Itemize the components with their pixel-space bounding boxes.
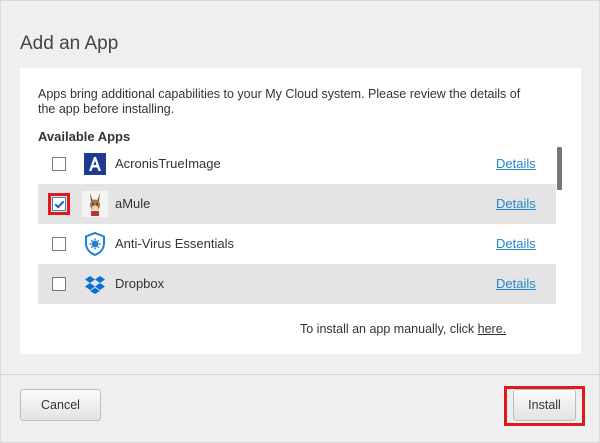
app-row-acronis: AcronisTrueImage Details bbox=[38, 144, 556, 184]
app-row-partial bbox=[38, 304, 556, 316]
antivirus-shield-icon bbox=[82, 231, 108, 257]
app-list[interactable]: AcronisTrueImage Details aMule Details A… bbox=[38, 144, 556, 316]
available-apps-heading: Available Apps bbox=[38, 129, 131, 144]
app-row-amule: aMule Details bbox=[38, 184, 556, 224]
install-highlight bbox=[504, 386, 585, 426]
app-checkbox-antivirus[interactable] bbox=[52, 237, 66, 251]
manual-install-text: To install an app manually, click here. bbox=[300, 322, 506, 336]
scrollbar-thumb[interactable] bbox=[557, 147, 562, 190]
cancel-button[interactable]: Cancel bbox=[20, 389, 101, 421]
app-checkbox-dropbox[interactable] bbox=[52, 277, 66, 291]
app-name: Dropbox bbox=[115, 276, 165, 291]
details-link-antivirus[interactable]: Details bbox=[496, 236, 536, 251]
add-app-dialog: Add an App Apps bring additional capabil… bbox=[0, 0, 600, 443]
dropbox-icon bbox=[82, 271, 108, 297]
app-icon bbox=[82, 311, 108, 316]
manual-install-link[interactable]: here. bbox=[478, 322, 507, 336]
app-name: aMule bbox=[115, 196, 151, 211]
app-name: AcronisTrueImage bbox=[115, 156, 221, 171]
manual-install-label: To install an app manually, click bbox=[300, 322, 475, 336]
app-name: Anti-Virus Essentials bbox=[115, 236, 234, 251]
app-row-dropbox: Dropbox Details bbox=[38, 264, 556, 304]
dialog-content: Apps bring additional capabilities to yo… bbox=[20, 68, 581, 354]
checkbox-highlight bbox=[48, 193, 70, 215]
app-row-antivirus: Anti-Virus Essentials Details bbox=[38, 224, 556, 264]
app-checkbox-acronis[interactable] bbox=[52, 157, 66, 171]
details-link-amule[interactable]: Details bbox=[496, 196, 536, 211]
details-link-dropbox[interactable]: Details bbox=[496, 276, 536, 291]
acronis-icon bbox=[82, 151, 108, 177]
amule-icon bbox=[82, 191, 108, 217]
details-link-acronis[interactable]: Details bbox=[496, 156, 536, 171]
app-list-scrollbar[interactable] bbox=[557, 144, 562, 316]
intro-text: Apps bring additional capabilities to yo… bbox=[38, 87, 521, 116]
dialog-title: Add an App bbox=[20, 33, 119, 54]
footer-divider bbox=[1, 374, 600, 375]
